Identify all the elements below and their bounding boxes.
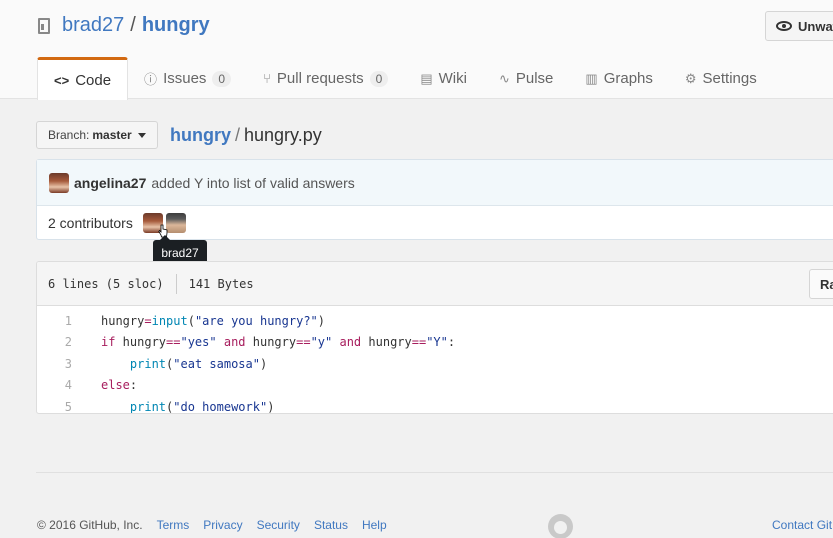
tab-settings-label: Settings	[702, 70, 757, 87]
code-line: 1 hungry=input("are you hungry?")	[37, 310, 833, 332]
pulse-icon: ∿	[498, 70, 510, 86]
eye-icon	[776, 21, 792, 31]
gear-icon: ⚙	[684, 70, 697, 86]
file-info-divider	[175, 273, 177, 294]
footer-link-help[interactable]: Help	[362, 518, 387, 532]
pull-request-icon: ⑂	[263, 71, 271, 86]
code-content: print("eat samosa")	[129, 356, 268, 371]
branch-value: master	[92, 128, 132, 142]
code-listing: 1 hungry=input("are you hungry?") 2 if h…	[37, 306, 833, 414]
file-header: 6 lines (5 sloc) 141 Bytes Raw	[37, 262, 833, 306]
tab-code-label: Code	[75, 71, 112, 89]
code-content: hungry=input("are you hungry?")	[101, 313, 326, 328]
tab-code[interactable]: <> Code	[37, 57, 129, 100]
tab-wiki[interactable]: ▤ Wiki	[404, 57, 483, 100]
file-viewer: 6 lines (5 sloc) 141 Bytes Raw 1 hungry=…	[36, 261, 833, 414]
latest-commit-row: angelina27 added Y into list of valid an…	[37, 160, 833, 206]
graph-icon: ▥	[585, 70, 598, 86]
line-number[interactable]: 4	[37, 378, 81, 392]
contributor-avatar[interactable]	[165, 213, 186, 233]
tab-issues[interactable]: ⓘ Issues 0	[128, 57, 247, 100]
unwatch-button[interactable]: Unwat	[765, 11, 833, 41]
commit-tease: angelina27 added Y into list of valid an…	[36, 159, 833, 240]
code-line: 5 print("do homework")	[37, 396, 833, 414]
repo-nav-tabs: <> Code ⓘ Issues 0 ⑂ Pull requests 0 ▤ W…	[37, 57, 773, 100]
pull-requests-counter: 0	[369, 70, 389, 87]
issues-counter: 0	[212, 70, 232, 87]
tab-pulse[interactable]: ∿ Pulse	[483, 57, 569, 100]
raw-button[interactable]: Raw	[809, 269, 833, 299]
branch-select-button[interactable]: Branch: master	[36, 121, 158, 149]
avatar[interactable]	[49, 172, 69, 193]
code-line: 4 else:	[37, 375, 833, 397]
branch-prefix: Branch:	[48, 128, 90, 142]
footer-link-status[interactable]: Status	[314, 518, 348, 532]
code-icon: <>	[54, 72, 70, 88]
tab-wiki-label: Wiki	[438, 70, 467, 87]
tab-graphs[interactable]: ▥ Graphs	[569, 57, 669, 100]
breadcrumb-repo-link[interactable]: hungry	[170, 125, 231, 145]
footer-link-terms[interactable]: Terms	[157, 518, 190, 532]
site-footer: © 2016 GitHub, Inc. Terms Privacy Securi…	[37, 518, 387, 532]
code-line: 3 print("eat samosa")	[37, 353, 833, 375]
repo-icon	[38, 17, 50, 34]
repo-title: brad27 / hungry	[38, 14, 210, 37]
tab-graphs-label: Graphs	[603, 70, 653, 87]
unwatch-label: Unwat	[798, 18, 833, 34]
code-line: 2 if hungry=="yes" and hungry=="y" and h…	[37, 332, 833, 354]
footer-link-security[interactable]: Security	[257, 518, 300, 532]
footer-copyright: © 2016 GitHub, Inc.	[37, 518, 143, 532]
tab-settings[interactable]: ⚙ Settings	[669, 57, 773, 100]
commit-message[interactable]: added Y into list of valid answers	[151, 175, 354, 191]
repo-title-separator: /	[130, 14, 136, 36]
code-content: else:	[101, 378, 138, 393]
chevron-down-icon	[137, 132, 146, 138]
line-number[interactable]: 2	[37, 335, 81, 349]
file-lines-info: 6 lines (5 sloc)	[48, 276, 164, 291]
tab-pull-requests-label: Pull requests	[276, 70, 364, 87]
file-breadcrumb: hungry / hungry.py	[170, 125, 322, 146]
tab-issues-label: Issues	[163, 70, 207, 87]
line-number[interactable]: 1	[37, 314, 81, 328]
contributors-row: 2 contributors	[37, 206, 833, 240]
footer-link-contact[interactable]: Contact Git	[772, 518, 832, 532]
repo-owner-link[interactable]: brad27	[62, 14, 124, 37]
commit-author-link[interactable]: angelina27	[74, 175, 146, 191]
github-logo-icon[interactable]	[548, 514, 573, 538]
line-number[interactable]: 3	[37, 357, 81, 371]
footer-link-privacy[interactable]: Privacy	[203, 518, 242, 532]
tab-pull-requests[interactable]: ⑂ Pull requests 0	[247, 57, 404, 100]
breadcrumb-separator: /	[235, 125, 241, 145]
code-content: if hungry=="yes" and hungry=="y" and hun…	[101, 335, 456, 350]
tab-pulse-label: Pulse	[515, 70, 554, 87]
footer-divider	[36, 472, 833, 473]
contributors-count[interactable]: 2 contributors	[48, 215, 133, 231]
code-content: print("do homework")	[129, 399, 275, 414]
line-number[interactable]: 5	[37, 400, 81, 413]
issue-icon: ⓘ	[144, 72, 158, 87]
book-icon: ▤	[420, 70, 433, 86]
repo-name-link[interactable]: hungry	[142, 14, 210, 37]
breadcrumb-file: hungry.py	[244, 125, 322, 145]
file-size: 141 Bytes	[188, 276, 254, 291]
